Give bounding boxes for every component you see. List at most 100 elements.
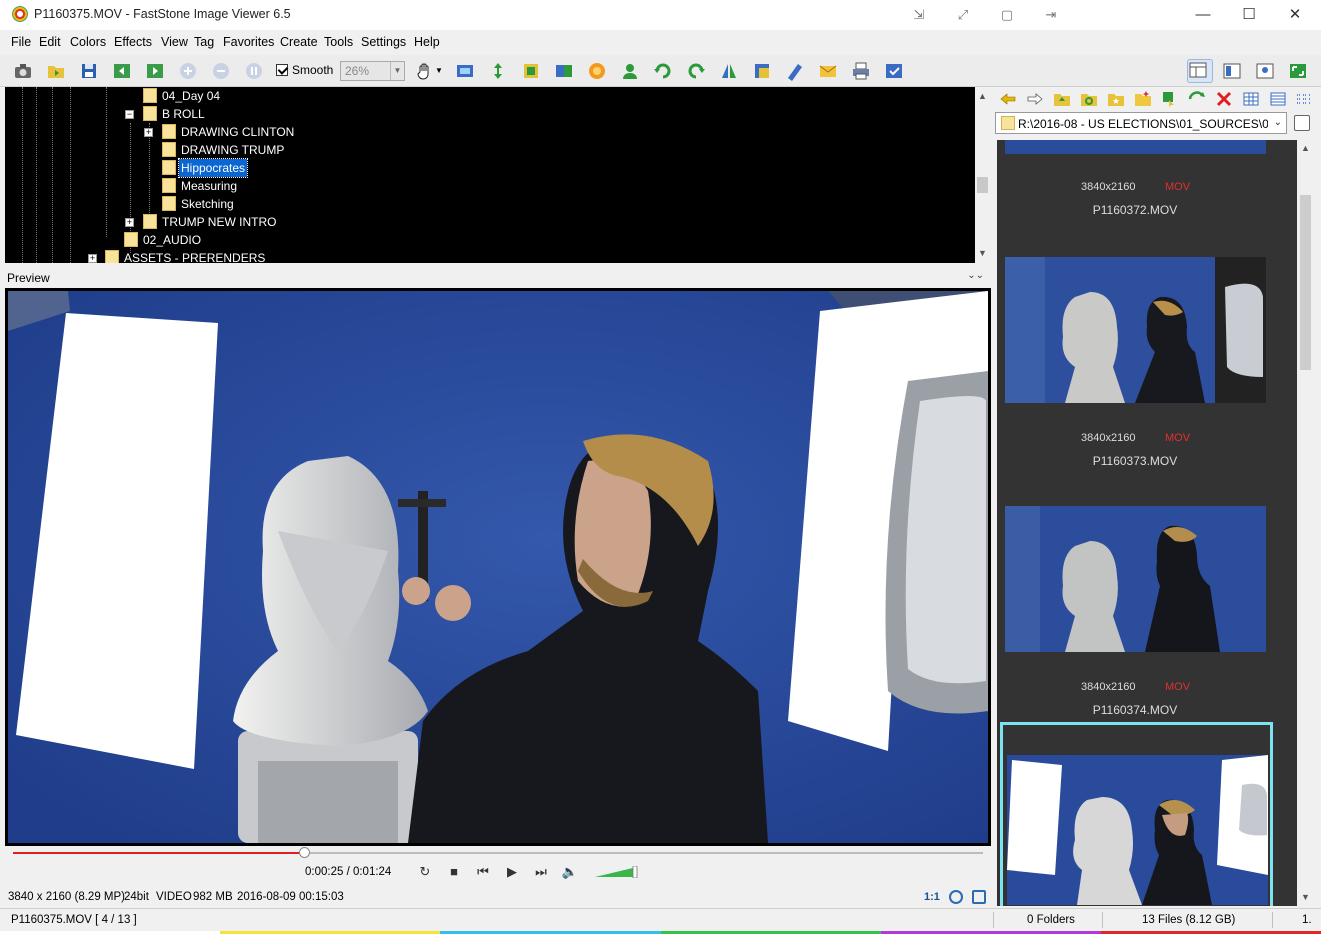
scroll-up-icon[interactable]: ▲ <box>1298 141 1313 156</box>
scroll-down-icon[interactable]: ▼ <box>975 246 990 261</box>
slideshow-icon[interactable] <box>455 61 475 81</box>
tree-item[interactable]: + ASSETS - PRERENDERS <box>5 249 965 263</box>
maximize-button[interactable]: ☐ <box>1226 0 1272 30</box>
expand-icon[interactable]: + <box>88 254 97 263</box>
volume-slider[interactable] <box>595 866 641 878</box>
rotate-right-icon[interactable] <box>686 61 706 81</box>
chevron-down-icon[interactable]: ⌄ <box>1274 117 1282 128</box>
save-icon[interactable] <box>79 61 99 81</box>
resize-icon[interactable] <box>488 61 508 81</box>
flip-icon[interactable] <box>719 61 739 81</box>
scroll-down-icon[interactable]: ▼ <box>1298 890 1313 905</box>
thumbnail-browser[interactable]: 3840x2160 MOV P1160372.MOV 3840x2160 MOV… <box>997 140 1297 906</box>
menu-tag[interactable]: Tag <box>194 35 214 49</box>
menu-create[interactable]: Create <box>280 35 318 49</box>
menu-help[interactable]: Help <box>414 35 440 49</box>
layout-preview-icon[interactable] <box>1222 61 1242 81</box>
browse-folder-icon[interactable] <box>1294 115 1310 131</box>
fullscreen-toggle-icon[interactable] <box>1288 61 1308 81</box>
folder-up-icon[interactable] <box>1053 90 1071 108</box>
layout-browser-icon[interactable] <box>1187 59 1213 83</box>
details-view-icon[interactable] <box>1295 90 1313 108</box>
expand-icon[interactable]: + <box>144 128 153 137</box>
forward-arrow-icon[interactable] <box>1026 90 1044 108</box>
scroll-thumb[interactable] <box>1300 195 1311 370</box>
refresh-folder-icon[interactable] <box>1080 90 1098 108</box>
draw-icon[interactable] <box>785 61 805 81</box>
batch-icon[interactable] <box>884 61 904 81</box>
volume-icon[interactable]: 🔈 <box>561 864 579 880</box>
new-folder-icon[interactable] <box>1134 90 1152 108</box>
collapse-chevron-icon[interactable]: ⌄⌄ <box>967 270 984 281</box>
menu-colors[interactable]: Colors <box>70 35 106 49</box>
tree-scrollbar[interactable]: ▲ ▼ <box>975 87 990 263</box>
effects-icon[interactable] <box>587 61 607 81</box>
favorite-folder-icon[interactable] <box>1107 90 1125 108</box>
loop-icon[interactable]: ↻ <box>416 864 434 880</box>
stop-icon[interactable]: ■ <box>445 864 463 880</box>
fit-icon[interactable] <box>949 890 963 904</box>
smooth-checkbox[interactable]: Smooth <box>276 63 333 77</box>
fit-window-icon[interactable] <box>972 890 986 904</box>
next-image-icon[interactable] <box>145 61 165 81</box>
zoom-out-icon[interactable] <box>211 61 231 81</box>
menu-view[interactable]: View <box>161 35 188 49</box>
previous-icon[interactable]: ⏮ <box>474 864 492 880</box>
copy-to-icon[interactable] <box>1161 90 1179 108</box>
folder-path-combobox[interactable]: R:\2016-08 - US ELECTIONS\01_SOURCES\01_… <box>995 112 1287 134</box>
menu-settings[interactable]: Settings <box>361 35 406 49</box>
move-to-icon[interactable] <box>1188 90 1206 108</box>
collapse-icon[interactable]: − <box>125 110 134 119</box>
minimize-button[interactable]: — <box>1180 0 1226 30</box>
zoom-in-icon[interactable] <box>178 61 198 81</box>
menu-tools[interactable]: Tools <box>324 35 353 49</box>
tree-item[interactable]: DRAWING TRUMP <box>5 141 965 159</box>
back-arrow-icon[interactable] <box>999 90 1017 108</box>
tree-item[interactable]: 02_AUDIO <box>5 231 965 249</box>
person-icon[interactable] <box>620 61 640 81</box>
tree-item[interactable]: Measuring <box>5 177 965 195</box>
restore-view-icon[interactable]: ▢ <box>996 4 1018 26</box>
pin-icon[interactable]: ⇥ <box>1040 4 1062 26</box>
scroll-thumb[interactable] <box>977 177 988 193</box>
folder-tree[interactable]: 04_Day 04 − B ROLL + DRAWING CLINTON DRA… <box>5 87 975 263</box>
scroll-up-icon[interactable]: ▲ <box>975 89 990 104</box>
video-frame[interactable] <box>8 291 988 843</box>
crop-icon[interactable] <box>521 61 541 81</box>
close-button[interactable]: ✕ <box>1272 0 1318 30</box>
email-icon[interactable] <box>818 61 838 81</box>
zoom-select[interactable]: 26% ▼ <box>340 61 405 81</box>
layout-detail-icon[interactable] <box>1255 61 1275 81</box>
thumbnail-view-icon[interactable] <box>1242 90 1260 108</box>
camera-icon[interactable] <box>13 61 33 81</box>
menu-file[interactable]: File <box>11 35 31 49</box>
hand-menu-chevron-icon[interactable]: ▼ <box>435 61 445 81</box>
zoom-ratio-button[interactable]: 1:1 <box>924 891 940 903</box>
seek-handle[interactable] <box>299 847 310 858</box>
expand-icon[interactable]: + <box>125 218 134 227</box>
prev-image-icon[interactable] <box>112 61 132 81</box>
tree-item[interactable]: + TRUMP NEW INTRO <box>5 213 965 231</box>
open-folder-icon[interactable] <box>46 61 66 81</box>
delete-icon[interactable] <box>1215 90 1233 108</box>
hand-tool-icon[interactable] <box>415 61 435 81</box>
seek-bar[interactable] <box>13 847 983 858</box>
menu-favorites[interactable]: Favorites <box>223 35 274 49</box>
thumbnail-card-selected[interactable] <box>1000 722 1273 906</box>
rotate-left-icon[interactable] <box>653 61 673 81</box>
fullscreen-icon[interactable]: ⤢ <box>952 4 974 26</box>
menu-effects[interactable]: Effects <box>114 35 152 49</box>
next-icon[interactable]: ⏭ <box>532 864 550 880</box>
play-icon[interactable]: ▶ <box>503 864 521 880</box>
tree-item[interactable]: 04_Day 04 <box>5 87 965 105</box>
menu-edit[interactable]: Edit <box>39 35 61 49</box>
thumbnail-scrollbar[interactable]: ▲ ▼ <box>1297 140 1314 906</box>
snap-icon[interactable]: ⇲ <box>908 4 930 26</box>
tree-item[interactable]: + DRAWING CLINTON <box>5 123 965 141</box>
actual-size-icon[interactable] <box>244 61 264 81</box>
tree-item[interactable]: − B ROLL <box>5 105 965 123</box>
tree-item-selected[interactable]: Hippocrates <box>5 158 965 178</box>
compare-icon[interactable] <box>554 61 574 81</box>
print-icon[interactable] <box>851 61 871 81</box>
tree-item[interactable]: Sketching <box>5 195 965 213</box>
